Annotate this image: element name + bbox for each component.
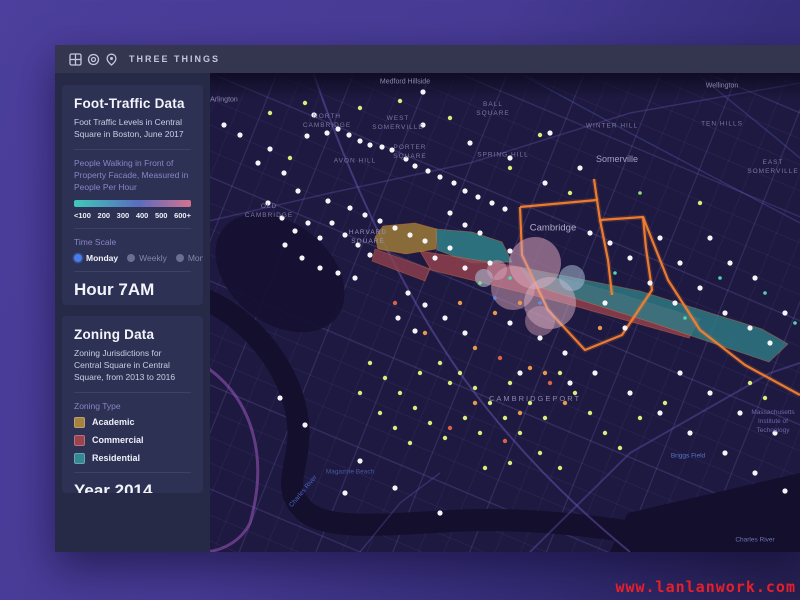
residential-swatch [74,453,85,464]
grid-icon[interactable] [69,53,82,66]
divider [74,271,191,272]
tick: 200 [98,211,111,220]
tick: 500 [155,211,168,220]
radio-dot [74,254,82,262]
desktop-background: THREE THINGS Foot-Traffic Data Foot Traf… [0,0,800,600]
traffic-color-scale [74,200,191,207]
location-pin-icon[interactable] [105,53,118,66]
academic-swatch [74,417,85,428]
radio-monday[interactable]: Monday [74,253,118,263]
map-canvas[interactable]: Medford HillsideArlingtonNORTH CAMBRIDGE… [210,73,800,552]
radio-label: Weekly [139,253,167,263]
app-header: THREE THINGS [55,45,800,73]
radio-dot [176,254,184,262]
tick: 300 [117,211,130,220]
zoning-panel: Zoning Data Zoning Jurisdictions for Cen… [62,316,203,493]
tick: 600+ [174,211,191,220]
traffic-scale-ticks: <100 200 300 400 500 600+ [74,211,191,220]
time-scale-label: Time Scale [74,237,191,247]
foot-traffic-panel: Foot-Traffic Data Foot Traffic Levels in… [62,85,203,305]
year-value-label: Year 2014 [74,481,191,493]
legend-residential: Residential [74,453,191,464]
radio-monthly[interactable]: Monthly [176,253,203,263]
foot-traffic-title: Foot-Traffic Data [74,96,191,111]
hour-value-label: Hour 7AM [74,280,191,300]
legend-academic: Academic [74,417,191,428]
radio-label: Monthly [188,253,203,263]
commercial-swatch [74,435,85,446]
map-render [210,73,800,552]
zoning-type-label: Zoning Type [74,401,191,411]
radio-dot [127,254,135,262]
divider [74,472,191,473]
divider [74,228,191,229]
foot-traffic-subtitle: Foot Traffic Levels in Central Square in… [74,117,191,141]
divider [74,392,191,393]
target-icon[interactable] [87,53,100,66]
radio-label: Monday [86,253,118,263]
legend-label: Academic [92,417,135,427]
zone-academic [375,223,437,254]
zoning-title: Zoning Data [74,327,191,342]
time-scale-radios: Monday Weekly Monthly [74,253,191,263]
radio-weekly[interactable]: Weekly [127,253,167,263]
zoning-subtitle: Zoning Jurisdictions for Central Square … [74,348,191,384]
watermark: www.lanlanwork.com [615,578,796,596]
legend-label: Commercial [92,435,144,445]
legend-commercial: Commercial [74,435,191,446]
app-title: THREE THINGS [129,54,220,64]
tick: <100 [74,211,91,220]
app-window: THREE THINGS Foot-Traffic Data Foot Traf… [55,45,800,552]
divider [74,149,191,150]
tick: 400 [136,211,149,220]
foot-traffic-description: People Walking in Front of Property Faca… [74,158,191,194]
legend-label: Residential [92,453,140,463]
sidebar: Foot-Traffic Data Foot Traffic Levels in… [55,73,210,552]
